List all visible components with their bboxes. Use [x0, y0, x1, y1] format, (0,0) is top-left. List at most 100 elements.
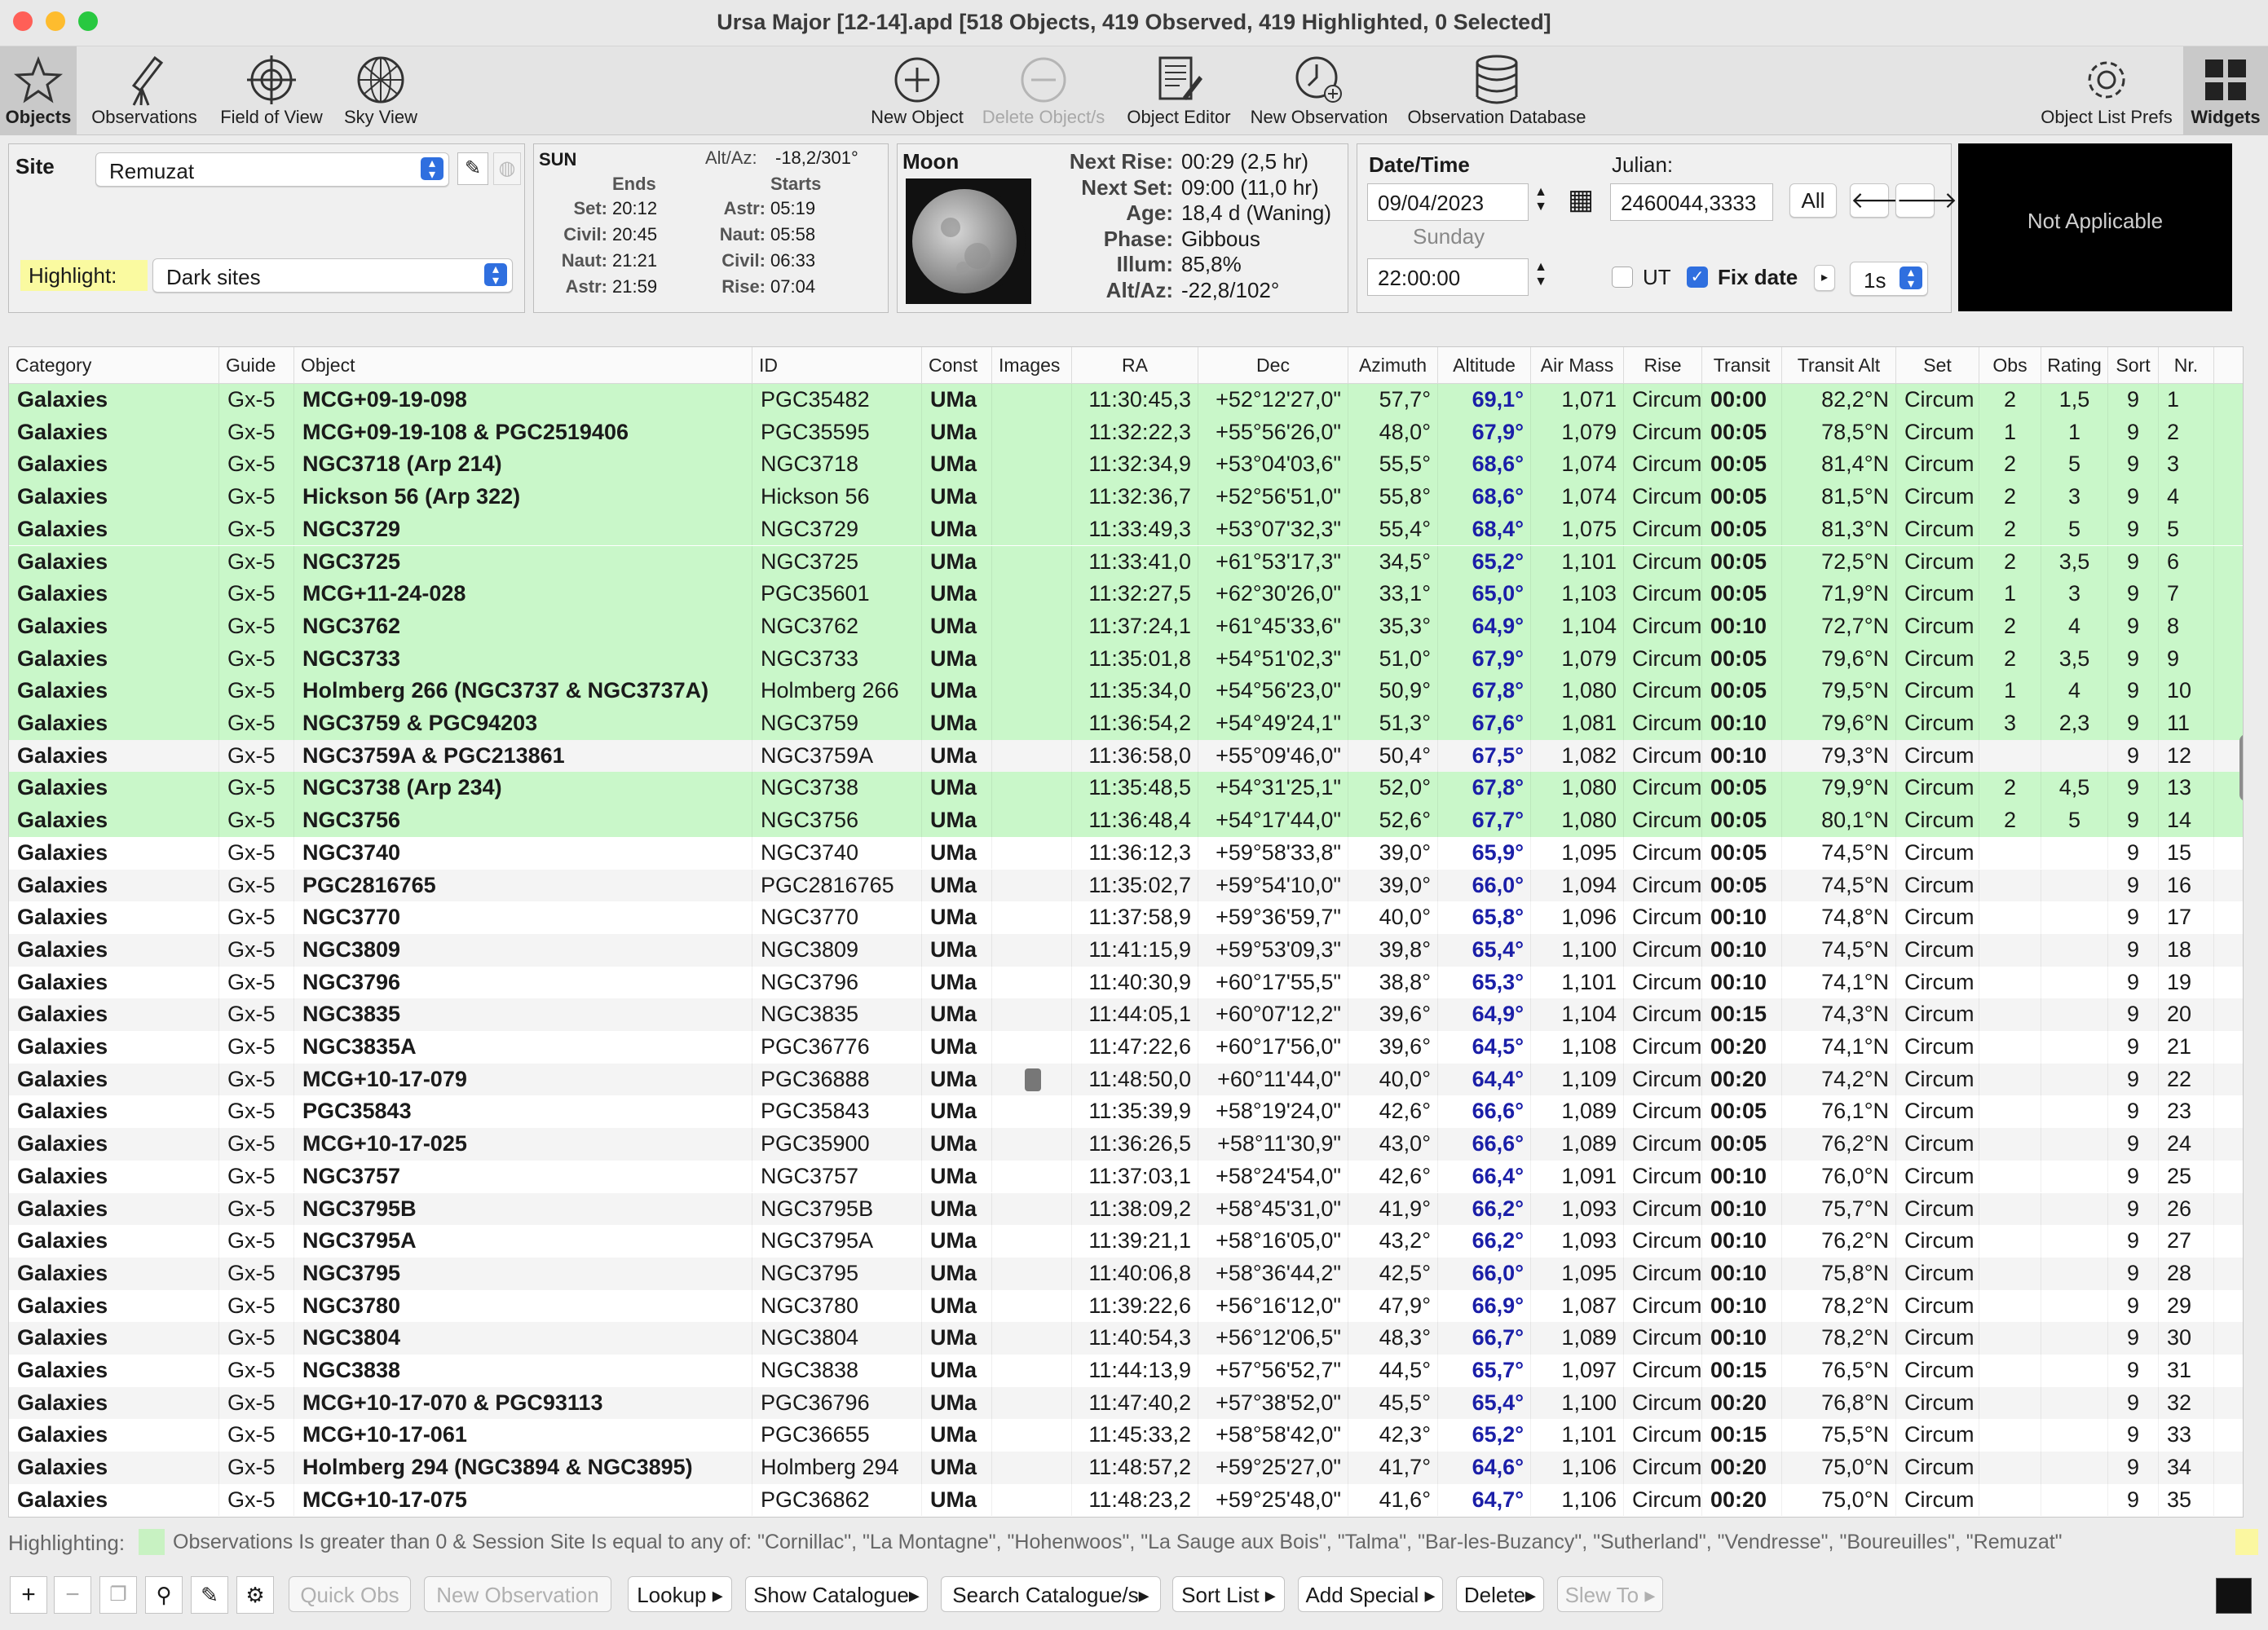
- table-row[interactable]: Galaxies Gx-5 Holmberg 294 (NGC3894 & NGC3…: [9, 1452, 2243, 1484]
- table-row[interactable]: Galaxies Gx-5 NGC3809 NGC3809 UMa 11:41:15,9 +…: [9, 933, 2243, 967]
- observations-tool[interactable]: Observations: [82, 46, 207, 134]
- objects-tool[interactable]: Objects: [0, 46, 77, 134]
- time-field[interactable]: 22:00:00: [1367, 258, 1529, 296]
- table-row[interactable]: Galaxies Gx-5 NGC3835 NGC3835 UMa 11:44:05,1 +…: [9, 998, 2243, 1031]
- table-row[interactable]: Galaxies Gx-5 MCG+09-19-108 & PGC2519406 PG…: [9, 416, 2243, 449]
- new-observation-button[interactable]: New Observation: [424, 1576, 611, 1612]
- edit-site-pencil-icon[interactable]: ✎: [457, 152, 488, 185]
- duplicate-icon[interactable]: ❐: [99, 1576, 137, 1614]
- table-row[interactable]: Galaxies Gx-5 MCG+10-17-075 PGC36862 UMa 11:4…: [9, 1483, 2243, 1517]
- add-plus-icon[interactable]: +: [10, 1576, 47, 1614]
- add-special-button[interactable]: Add Special ▸: [1298, 1576, 1443, 1612]
- prev-arrow-icon[interactable]: 🡐: [1850, 183, 1912, 218]
- table-row[interactable]: Galaxies Gx-5 NGC3729 NGC3729 UMa 11:33:49,3 +…: [9, 513, 2243, 546]
- column-header-azimuth[interactable]: Azimuth: [1348, 347, 1438, 383]
- object-list-prefs-tool[interactable]: Object List Prefs: [2035, 46, 2178, 134]
- column-header-const[interactable]: Const: [922, 347, 992, 383]
- table-row[interactable]: Galaxies Gx-5 NGC3838 NGC3838 UMa 11:44:13,9 +…: [9, 1355, 2243, 1387]
- column-header-rating[interactable]: Rating: [2041, 347, 2108, 383]
- site-globe-icon[interactable]: ◍: [493, 152, 521, 185]
- table-row[interactable]: Galaxies Gx-5 NGC3718 (Arp 214) NGC3718 UMa 1…: [9, 448, 2243, 482]
- table-row[interactable]: Galaxies Gx-5 MCG+11-24-028 PGC35601 UMa 11:3…: [9, 578, 2243, 610]
- search-icon[interactable]: ⚲: [145, 1576, 183, 1614]
- sky-view-tool[interactable]: Sky View: [336, 46, 426, 134]
- table-row[interactable]: Galaxies Gx-5 NGC3738 (Arp 234) NGC3738 UMa 1…: [9, 772, 2243, 805]
- pencil-icon[interactable]: ✎: [191, 1576, 228, 1614]
- table-row[interactable]: Galaxies Gx-5 NGC3740 NGC3740 UMa 11:36:12,3 +…: [9, 836, 2243, 870]
- column-header-nr[interactable]: Nr.: [2159, 347, 2214, 383]
- table-row[interactable]: Galaxies Gx-5 PGC35843 PGC35843 UMa 11:35:39,…: [9, 1095, 2243, 1129]
- column-header-rise[interactable]: Rise: [1624, 347, 1702, 383]
- sky-thumbnail-icon[interactable]: [2216, 1578, 2252, 1614]
- gear-icon[interactable]: ⚙: [236, 1576, 274, 1614]
- all-button[interactable]: All: [1789, 183, 1837, 218]
- next-arrow-icon[interactable]: 🡒: [1895, 183, 1957, 218]
- search-catalogue-button[interactable]: Search Catalogue/s▸: [941, 1576, 1161, 1612]
- play-triangle-icon[interactable]: ▸: [1814, 265, 1835, 291]
- table-row[interactable]: Galaxies Gx-5 NGC3759 & PGC94203 NGC3759 UMa…: [9, 707, 2243, 740]
- field-of-view-tool[interactable]: Field of View: [214, 46, 329, 134]
- delete-button[interactable]: Delete▸: [1456, 1576, 1544, 1612]
- table-row[interactable]: Galaxies Gx-5 NGC3762 NGC3762 UMa 11:37:24,1 +…: [9, 610, 2243, 643]
- widgets-tool[interactable]: Widgets: [2183, 46, 2268, 134]
- table-row[interactable]: Galaxies Gx-5 NGC3756 NGC3756 UMa 11:36:48,4 +…: [9, 804, 2243, 837]
- column-header-transit[interactable]: Transit: [1702, 347, 1782, 383]
- table-row[interactable]: Galaxies Gx-5 Holmberg 266 (NGC3737 & NGC3…: [9, 675, 2243, 707]
- show-catalogue-button[interactable]: Show Catalogue▸: [745, 1576, 928, 1612]
- table-row[interactable]: Galaxies Gx-5 MCG+09-19-098 PGC35482 UMa 11:3…: [9, 384, 2243, 416]
- table-row[interactable]: Galaxies Gx-5 NGC3796 NGC3796 UMa 11:40:30,9 +…: [9, 966, 2243, 999]
- table-row[interactable]: Galaxies Gx-5 NGC3725 NGC3725 UMa 11:33:41,0 +…: [9, 545, 2243, 579]
- column-header-obs[interactable]: Obs: [1979, 347, 2041, 383]
- delete-objects-tool[interactable]: Delete Object/s: [974, 46, 1113, 134]
- column-header-set[interactable]: Set: [1896, 347, 1979, 383]
- table-row[interactable]: Galaxies Gx-5 MCG+10-17-061 PGC36655 UMa 11:4…: [9, 1419, 2243, 1452]
- table-row[interactable]: Galaxies Gx-5 NGC3795 NGC3795 UMa 11:40:06,8 +…: [9, 1257, 2243, 1290]
- new-observation-tool[interactable]: New Observation: [1243, 46, 1395, 134]
- fixdate-checkbox[interactable]: ✓: [1687, 267, 1708, 288]
- object-editor-tool[interactable]: Object Editor: [1119, 46, 1239, 134]
- table-row[interactable]: Galaxies Gx-5 NGC3780 NGC3780 UMa 11:39:22,6 +…: [9, 1289, 2243, 1323]
- highlight-select[interactable]: Dark sites ▴ ▾: [152, 258, 513, 293]
- step-select[interactable]: 1s ▴ ▾: [1850, 262, 1928, 296]
- table-row[interactable]: Galaxies Gx-5 Hickson 56 (Arp 322) Hickson …: [9, 481, 2243, 513]
- column-header-object[interactable]: Object: [294, 347, 752, 383]
- table-row[interactable]: Galaxies Gx-5 NGC3795B NGC3795B UMa 11:38:09,…: [9, 1192, 2243, 1226]
- column-header-ra[interactable]: RA: [1072, 347, 1198, 383]
- table-row[interactable]: Galaxies Gx-5 NGC3733 NGC3733 UMa 11:35:01,8 +…: [9, 642, 2243, 676]
- column-header-sort[interactable]: Sort: [2108, 347, 2159, 383]
- column-header-category[interactable]: Category: [9, 347, 219, 383]
- observation-database-tool[interactable]: Observation Database: [1401, 46, 1593, 134]
- column-header-air-mass[interactable]: Air Mass: [1531, 347, 1624, 383]
- table-row[interactable]: Galaxies Gx-5 PGC2816765 PGC2816765 UMa 11:35…: [9, 869, 2243, 902]
- date-stepper-icon[interactable]: ▲ ▼: [1532, 185, 1550, 218]
- column-header-dec[interactable]: Dec: [1198, 347, 1348, 383]
- table-row[interactable]: Galaxies Gx-5 NGC3759A & PGC213861 NGC3759A…: [9, 739, 2243, 773]
- date-field[interactable]: 09/04/2023: [1367, 183, 1529, 221]
- table-row[interactable]: Galaxies Gx-5 NGC3795A NGC3795A UMa 11:39:21,…: [9, 1225, 2243, 1258]
- time-stepper-icon[interactable]: ▲ ▼: [1532, 260, 1550, 293]
- column-header-images[interactable]: Images: [992, 347, 1072, 383]
- column-header-altitude[interactable]: Altitude: [1438, 347, 1531, 383]
- table-scrollbar-thumb[interactable]: [2239, 734, 2243, 801]
- julian-field[interactable]: 2460044,3333: [1610, 183, 1773, 221]
- column-header-guide[interactable]: Guide: [219, 347, 294, 383]
- image-attachment-icon[interactable]: [1025, 1068, 1041, 1091]
- table-row[interactable]: Galaxies Gx-5 MCG+10-17-070 & PGC93113 PGC3…: [9, 1386, 2243, 1420]
- lookup-button[interactable]: Lookup ▸: [628, 1576, 732, 1612]
- table-row[interactable]: Galaxies Gx-5 NGC3770 NGC3770 UMa 11:37:58,9 +…: [9, 901, 2243, 934]
- calendar-icon[interactable]: ▦: [1563, 182, 1599, 218]
- slew-to-button[interactable]: Slew To ▸: [1557, 1576, 1663, 1612]
- quick-obs-button[interactable]: Quick Obs: [289, 1576, 411, 1612]
- column-header-id[interactable]: ID: [752, 347, 922, 383]
- table-row[interactable]: Galaxies Gx-5 MCG+10-17-079 PGC36888 UMa 11:4…: [9, 1063, 2243, 1096]
- table-row[interactable]: Galaxies Gx-5 NGC3804 NGC3804 UMa 11:40:54,3 +…: [9, 1322, 2243, 1355]
- table-row[interactable]: Galaxies Gx-5 NGC3757 NGC3757 UMa 11:37:03,1 +…: [9, 1160, 2243, 1193]
- new-object-tool[interactable]: New Object: [864, 46, 970, 134]
- remove-minus-icon[interactable]: −: [54, 1576, 91, 1614]
- sort-list-button[interactable]: Sort List ▸: [1172, 1576, 1285, 1612]
- table-row[interactable]: Galaxies Gx-5 NGC3835A PGC36776 UMa 11:47:22,…: [9, 1031, 2243, 1064]
- table-row[interactable]: Galaxies Gx-5 MCG+10-17-025 PGC35900 UMa 11:3…: [9, 1128, 2243, 1161]
- column-header-transit-alt[interactable]: Transit Alt: [1782, 347, 1896, 383]
- site-select[interactable]: Remuzat ▴ ▾: [95, 152, 449, 187]
- ut-checkbox[interactable]: [1612, 267, 1633, 288]
